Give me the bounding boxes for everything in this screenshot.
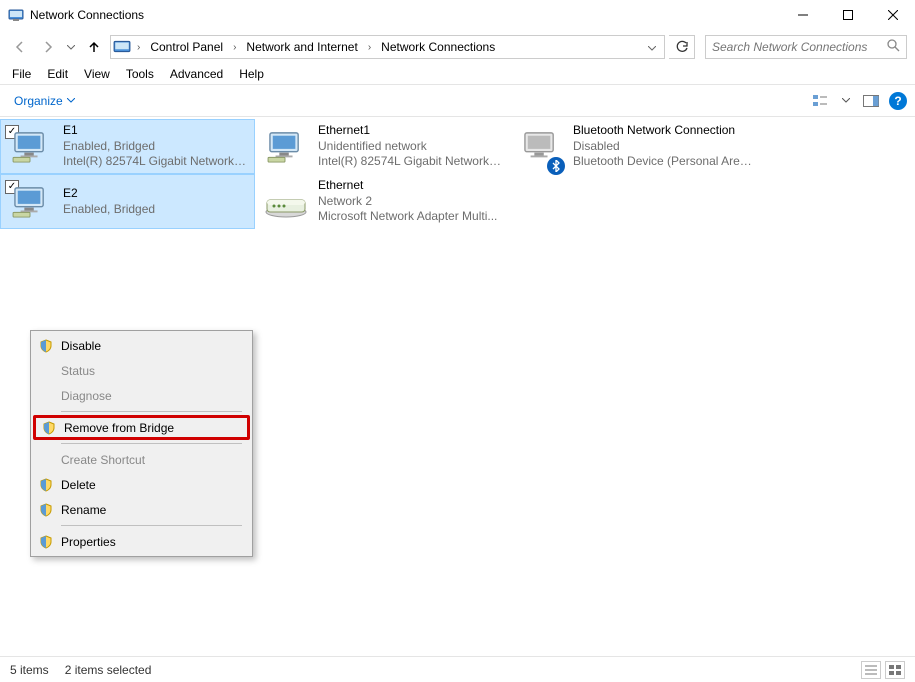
maximize-button[interactable] [825,0,870,30]
minimize-button[interactable] [780,0,825,30]
ctx-delete-label: Delete [61,478,96,492]
up-button[interactable] [82,35,106,59]
ctx-diagnose: Diagnose [33,383,250,408]
statusbar: 5 items 2 items selected [0,656,915,682]
menu-file[interactable]: File [4,65,39,83]
titlebar: Network Connections [0,0,915,30]
menu-edit[interactable]: Edit [39,65,76,83]
connection-name: Ethernet1 [318,123,503,139]
network-adapter-icon [11,131,53,173]
context-menu: Disable Status Diagnose Remove from Brid… [30,330,253,557]
connection-device: Intel(R) 82574L Gigabit Network C... [318,154,503,170]
connection-status: Enabled, Bridged [63,139,248,155]
address-dropdown[interactable] [642,38,662,56]
menu-tools[interactable]: Tools [118,65,162,83]
connection-name: Bluetooth Network Connection [573,123,758,139]
ctx-remove-from-bridge[interactable]: Remove from Bridge [33,415,250,440]
chevron-right-icon[interactable]: › [229,42,240,53]
shield-icon [39,478,53,492]
location-icon [113,38,131,56]
network-adapter-icon [266,131,308,173]
content-area: ✓ E1 Enabled, Bridged Intel(R) 82574L Gi… [0,117,915,675]
refresh-button[interactable] [669,35,695,59]
back-button[interactable] [8,35,32,59]
details-view-button[interactable] [861,661,881,679]
ctx-status-label: Status [61,364,95,378]
network-adapter-icon [11,186,53,228]
help-button[interactable]: ? [889,92,907,110]
connection-item[interactable]: Ethernet1 Unidentified network Intel(R) … [255,119,510,174]
recent-dropdown[interactable] [64,35,78,59]
separator [61,525,242,526]
connections-grid: ✓ E1 Enabled, Bridged Intel(R) 82574L Gi… [0,119,915,229]
window-controls [780,0,915,30]
ctx-remove-bridge-label: Remove from Bridge [64,421,174,435]
menubar: File Edit View Tools Advanced Help [0,64,915,85]
breadcrumb-network-connections[interactable]: Network Connections [377,38,499,56]
breadcrumb-control-panel[interactable]: Control Panel [146,38,227,56]
breadcrumb-bar[interactable]: › Control Panel › Network and Internet ›… [110,35,665,59]
connection-status: Unidentified network [318,139,503,155]
connection-name: Ethernet [318,178,497,194]
bluetooth-adapter-icon [521,131,563,173]
ctx-create-shortcut-label: Create Shortcut [61,453,145,467]
view-options-button[interactable] [809,89,833,113]
connection-device: Intel(R) 82574L Gigabit Network C... [63,154,248,170]
ctx-delete[interactable]: Delete [33,472,250,497]
connection-item[interactable]: ✓ E2 Enabled, Bridged [0,174,255,229]
search-input[interactable] [712,40,886,54]
separator [61,443,242,444]
search-icon[interactable] [886,38,900,57]
separator [61,411,242,412]
breadcrumb-network-internet[interactable]: Network and Internet [242,38,361,56]
ctx-status: Status [33,358,250,383]
ctx-rename-label: Rename [61,503,106,517]
forward-button[interactable] [36,35,60,59]
view-dropdown[interactable] [839,89,853,113]
item-count: 5 items [10,663,49,677]
menu-advanced[interactable]: Advanced [162,65,231,83]
connection-device: Bluetooth Device (Personal Area ... [573,154,758,170]
connection-item[interactable]: Ethernet Network 2 Microsoft Network Ada… [255,174,510,229]
connection-status: Enabled, Bridged [63,202,155,218]
ctx-properties[interactable]: Properties [33,529,250,554]
organize-label: Organize [14,94,63,108]
ctx-create-shortcut: Create Shortcut [33,447,250,472]
bluetooth-icon [547,157,565,175]
ctx-properties-label: Properties [61,535,116,549]
shield-icon [42,421,56,435]
search-box[interactable] [705,35,907,59]
connection-item[interactable]: ✓ E1 Enabled, Bridged Intel(R) 82574L Gi… [0,119,255,174]
window-icon [8,7,24,23]
ctx-disable-label: Disable [61,339,101,353]
shield-icon [39,503,53,517]
chevron-down-icon [67,98,75,103]
address-bar: › Control Panel › Network and Internet ›… [0,30,915,64]
router-icon [264,192,306,234]
connection-status: Network 2 [318,194,497,210]
menu-view[interactable]: View [76,65,118,83]
ctx-disable[interactable]: Disable [33,333,250,358]
close-button[interactable] [870,0,915,30]
connection-device: Microsoft Network Adapter Multi... [318,209,497,225]
tiles-view-button[interactable] [885,661,905,679]
window-title: Network Connections [30,8,780,22]
menu-help[interactable]: Help [231,65,272,83]
organize-button[interactable]: Organize [8,91,81,111]
preview-pane-button[interactable] [859,89,883,113]
connection-status: Disabled [573,139,758,155]
connection-name: E2 [63,186,155,202]
ctx-diagnose-label: Diagnose [61,389,112,403]
toolbar: Organize ? [0,85,915,117]
shield-icon [39,339,53,353]
selected-count: 2 items selected [65,663,152,677]
connection-name: E1 [63,123,248,139]
connection-item[interactable]: Bluetooth Network Connection Disabled Bl… [510,119,765,174]
chevron-right-icon[interactable]: › [364,42,375,53]
shield-icon [39,535,53,549]
chevron-right-icon[interactable]: › [133,42,144,53]
ctx-rename[interactable]: Rename [33,497,250,522]
